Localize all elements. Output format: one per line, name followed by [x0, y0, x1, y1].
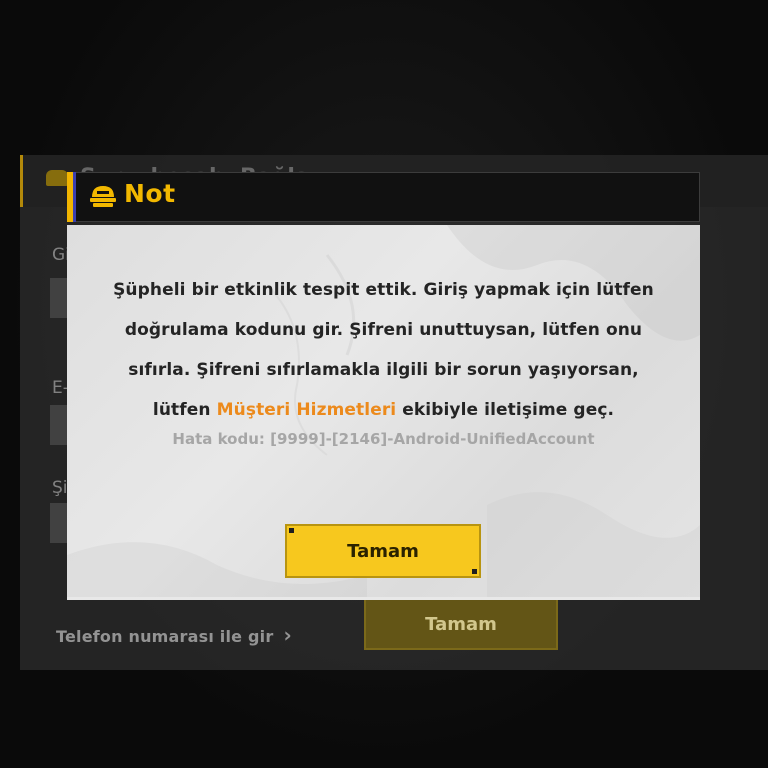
- dialog-body: Şüpheli bir etkinlik tespit ettik. Giriş…: [67, 225, 700, 597]
- dialog-message-text-end: ekibiyle iletişime geç.: [396, 400, 615, 420]
- ok-button[interactable]: Tamam: [285, 524, 481, 578]
- helmet-icon: [90, 186, 116, 207]
- phone-login-label: Telefon numarası ile gir: [56, 627, 274, 646]
- background-helmet-icon: [46, 170, 68, 186]
- background-ok-button[interactable]: Tamam: [364, 598, 558, 650]
- dialog-title: Not: [124, 179, 176, 208]
- phone-login-link[interactable]: Telefon numarası ile gir ›: [56, 623, 292, 647]
- background-label-3: Şi: [52, 478, 68, 498]
- error-code-text: Hata kodu: [9999]-[2146]-Android-Unified…: [172, 430, 595, 448]
- chevron-right-icon: ›: [283, 623, 292, 647]
- dialog-header-accent-blue: [73, 172, 76, 222]
- dialog-message: Şüpheli bir etkinlik tespit ettik. Giriş…: [107, 270, 660, 430]
- dialog-message-text: Şüpheli bir etkinlik tespit ettik. Giriş…: [113, 280, 654, 420]
- dialog-bottom-edge: [67, 597, 700, 600]
- customer-service-link[interactable]: Müşteri Hizmetleri: [217, 400, 397, 420]
- game-screen: Şunu hesabı Bağla Gi E- Şi Telefon numar…: [0, 0, 768, 768]
